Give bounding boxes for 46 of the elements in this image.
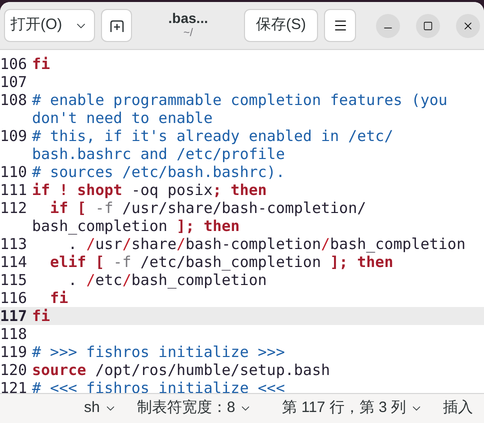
code-line: source /opt/ros/humble/setup.bash <box>32 361 330 379</box>
save-button[interactable]: 保存(S) <box>244 9 318 42</box>
line-number: 117 <box>0 307 28 325</box>
line-number: 121 <box>0 379 28 393</box>
line-number: 115 <box>0 271 28 289</box>
code-line: if ! shopt -oq posix; then <box>32 181 267 199</box>
code-line: # >>> fishros initialize >>> <box>32 343 285 361</box>
code-line: . /etc/bash_completion <box>68 271 267 289</box>
code-line: if [ -f /usr/share/bash-completion/ bash_completion ]; then <box>32 199 366 235</box>
new-tab-icon <box>110 18 124 32</box>
language-selector[interactable]: sh <box>84 397 117 420</box>
open-button[interactable]: 打开(O) <box>4 9 95 42</box>
line-number: 114 <box>0 253 28 271</box>
line-number: 118 <box>0 325 28 343</box>
line-number: 116 <box>0 289 28 307</box>
window-title: .bas... <box>168 10 208 28</box>
code-line: # <<< fishros initialize <<< <box>32 379 285 393</box>
code-line: elif [ -f /etc/bash_completion ]; then <box>49 253 394 271</box>
line-number: 120 <box>0 361 28 379</box>
new-tab-button[interactable] <box>100 9 132 42</box>
code-line: . /usr/share/bash-completion/bash_completion <box>67 235 466 253</box>
code-line: # this, if it's already enabled in /etc/ bash.bashrc and /etc/profile <box>32 127 394 163</box>
maximize-button[interactable] <box>416 14 440 38</box>
menu-button[interactable] <box>324 9 356 42</box>
line-number: 111 <box>0 181 28 199</box>
line-number: 119 <box>0 343 28 361</box>
code-line: # sources /etc/bash.bashrc). <box>32 163 285 181</box>
code-line: fi <box>32 55 50 73</box>
code-line: fi <box>32 307 50 325</box>
line-number: 106 <box>0 55 28 73</box>
insert-mode: 插入 <box>443 398 474 418</box>
cursor-position-selector[interactable]: 第 117 行，第 3 列 <box>282 397 424 420</box>
close-icon <box>462 20 474 32</box>
menu-icon <box>332 18 348 33</box>
line-number: 107 <box>0 73 28 91</box>
code-line: # enable programmable completion features (you don't need to enable <box>32 91 448 127</box>
close-button[interactable] <box>456 14 480 38</box>
code-line: fi <box>50 289 68 307</box>
line-number: 108 <box>0 91 28 109</box>
line-number: 112 <box>0 199 28 217</box>
window-subtitle: ~/ <box>183 27 193 42</box>
maximize-icon <box>423 20 433 30</box>
line-number: 113 <box>0 235 28 253</box>
line-number: 110 <box>0 163 28 181</box>
line-number: 109 <box>0 127 28 145</box>
tab-width-selector[interactable]: 制表符宽度：8 <box>136 397 252 420</box>
